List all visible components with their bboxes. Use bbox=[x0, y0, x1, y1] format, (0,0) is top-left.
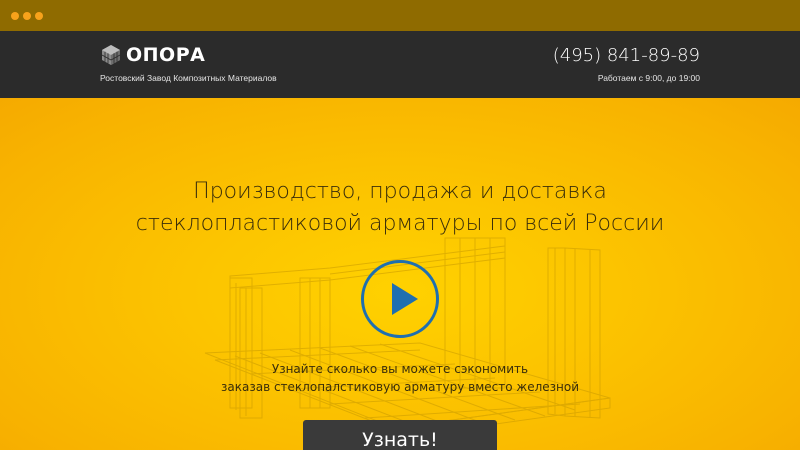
play-icon bbox=[392, 283, 418, 315]
site-header: ОПОРА Ростовский Завод Композитных Матер… bbox=[0, 31, 800, 98]
hero-subtext-line-1: Узнайте сколько вы можете сэкономить bbox=[271, 362, 529, 376]
company-tagline: Ростовский Завод Композитных Материалов bbox=[100, 73, 277, 83]
phone-number[interactable]: (495) 841-89-89 bbox=[553, 45, 700, 66]
learn-more-button[interactable]: Узнать! bbox=[303, 420, 497, 450]
video-play-button[interactable] bbox=[361, 260, 439, 338]
hero-title-line-1: Производство, продажа и доставка bbox=[193, 179, 607, 204]
browser-chrome bbox=[0, 0, 800, 31]
hero-subtext: Узнайте сколько вы можете сэкономить зак… bbox=[0, 360, 800, 396]
hero-title: Производство, продажа и доставка стеклоп… bbox=[0, 176, 800, 240]
logo[interactable]: ОПОРА bbox=[100, 44, 205, 66]
hero-subtext-line-2: заказав стеклопалстиковую арматуру вмест… bbox=[221, 380, 579, 394]
hero-section: Производство, продажа и доставка стеклоп… bbox=[0, 98, 800, 450]
hero-title-line-2: стеклопластиковой арматуры по всей Росси… bbox=[135, 211, 665, 236]
window-dot-icon[interactable] bbox=[23, 12, 31, 20]
logo-text: ОПОРА bbox=[126, 44, 206, 66]
working-hours: Работаем с 9:00, до 19:00 bbox=[597, 73, 700, 83]
window-dot-icon[interactable] bbox=[35, 12, 43, 20]
logo-cube-icon bbox=[101, 45, 121, 65]
window-dot-icon[interactable] bbox=[11, 12, 19, 20]
